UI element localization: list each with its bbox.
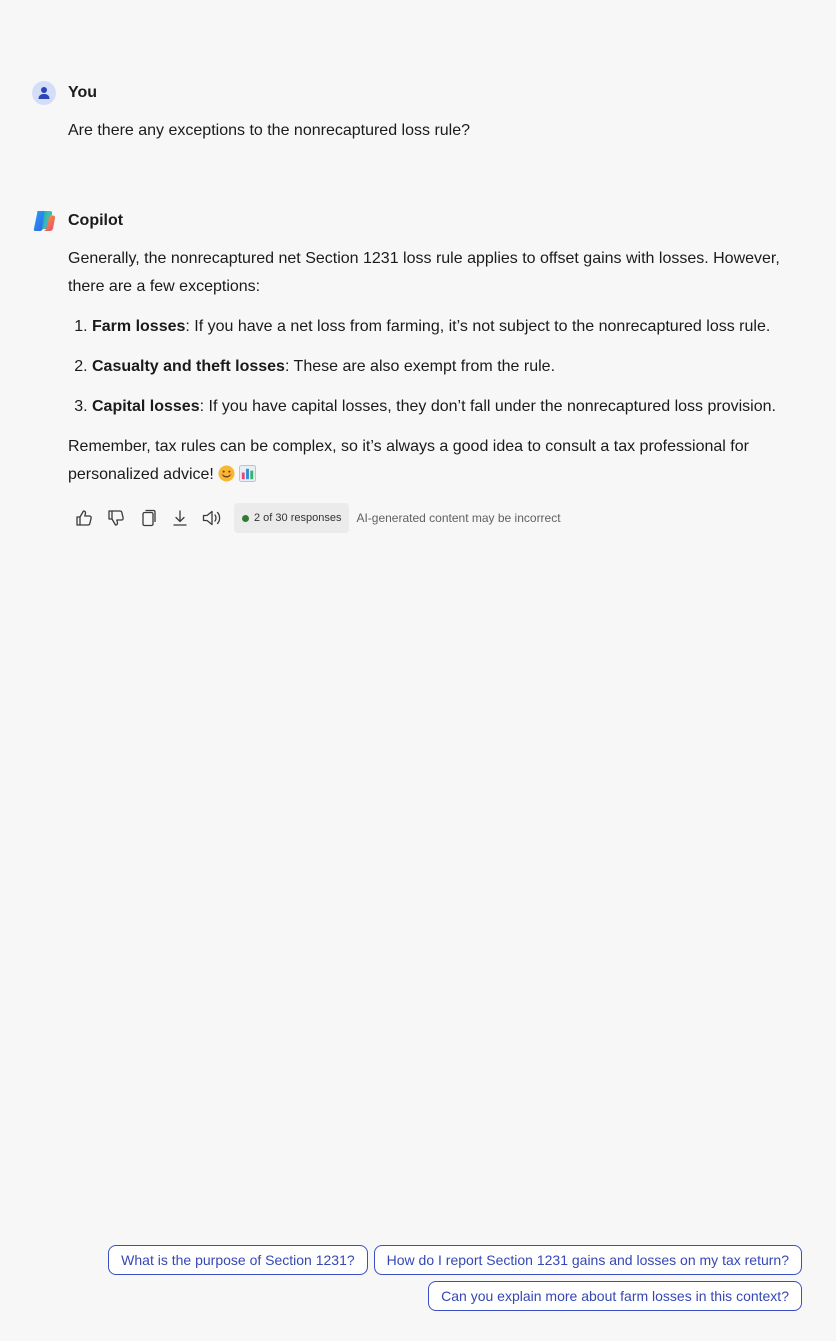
user-author-name: You bbox=[68, 84, 98, 101]
user-avatar-icon bbox=[32, 81, 56, 105]
assistant-author-name: Copilot bbox=[68, 212, 124, 229]
list-item-text: : These are also exempt from the rule. bbox=[284, 358, 556, 375]
ai-disclaimer-text: AI-generated content may be incorrect bbox=[356, 511, 561, 525]
assistant-closing-paragraph: Remember, tax rules can be complex, so i… bbox=[68, 433, 798, 492]
list-item-term: Capital losses bbox=[92, 398, 200, 415]
suggestion-chip[interactable]: Can you explain more about farm losses i… bbox=[428, 1281, 802, 1311]
smiling-face-emoji-icon bbox=[218, 464, 235, 492]
exceptions-list: Farm losses: If you have a net loss from… bbox=[68, 313, 798, 421]
response-count-text: 2 of 30 responses bbox=[254, 512, 342, 524]
copy-icon[interactable] bbox=[136, 506, 160, 530]
chat-page: You Are there any exceptions to the nonr… bbox=[0, 0, 836, 1341]
download-icon[interactable] bbox=[168, 506, 192, 530]
assistant-message-header: Copilot bbox=[32, 209, 123, 233]
suggestion-chip[interactable]: What is the purpose of Section 1231? bbox=[108, 1245, 368, 1275]
thumbs-down-icon[interactable] bbox=[104, 506, 128, 530]
list-item-term: Farm losses bbox=[92, 318, 186, 335]
list-item: Capital losses: If you have capital loss… bbox=[92, 393, 798, 421]
user-message-header: You bbox=[32, 81, 97, 105]
suggestion-chip[interactable]: How do I report Section 1231 gains and l… bbox=[373, 1245, 802, 1275]
status-dot bbox=[242, 514, 249, 522]
copilot-logo-icon bbox=[32, 209, 56, 233]
user-message-text: Are there any exceptions to the nonrecap… bbox=[68, 122, 471, 139]
closing-text: Remember, tax rules can be complex, so i… bbox=[68, 438, 749, 483]
assistant-intro-paragraph: Generally, the nonrecaptured net Section… bbox=[68, 250, 780, 295]
suggested-prompts: What is the purpose of Section 1231? How… bbox=[102, 1245, 802, 1311]
message-action-bar: 2 of 30 responses AI-generated content m… bbox=[72, 503, 561, 533]
list-item: Farm losses: If you have a net loss from… bbox=[92, 313, 798, 341]
bar-chart-emoji-icon bbox=[238, 464, 256, 492]
thumbs-up-icon[interactable] bbox=[72, 506, 96, 530]
assistant-message-body: Generally, the nonrecaptured net Section… bbox=[68, 245, 798, 492]
list-item-text: : If you have a net loss from farming, i… bbox=[185, 318, 771, 335]
list-item: Casualty and theft losses: These are als… bbox=[92, 353, 798, 381]
list-item-text: : If you have capital losses, they don’t… bbox=[199, 398, 776, 415]
response-count-badge[interactable]: 2 of 30 responses bbox=[234, 503, 350, 533]
read-aloud-icon[interactable] bbox=[200, 506, 224, 530]
list-item-term: Casualty and theft losses bbox=[92, 358, 285, 375]
